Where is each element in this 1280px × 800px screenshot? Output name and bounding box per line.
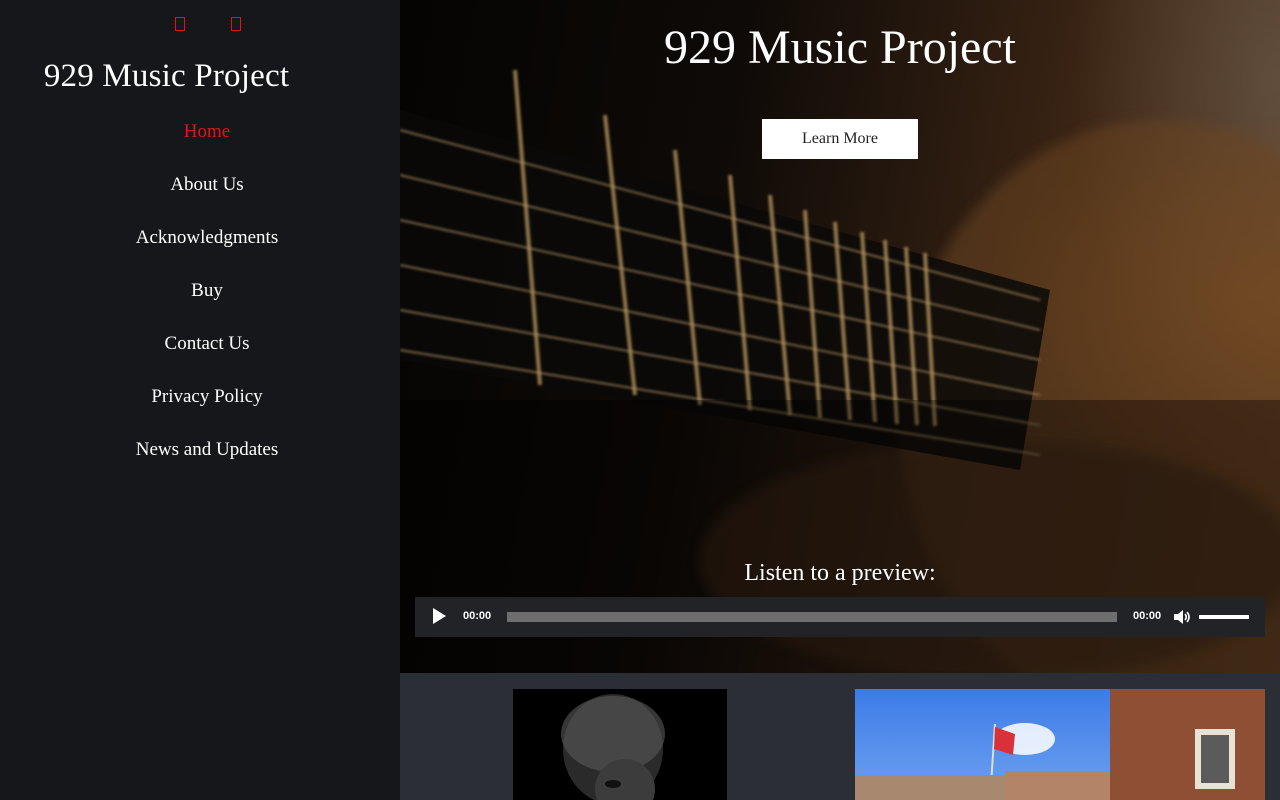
nav-item-acknowledgments[interactable]: Acknowledgments (0, 224, 414, 277)
gallery-section (400, 673, 1280, 800)
site-title[interactable]: 929 Music Project (0, 58, 333, 95)
hero-title: 929 Music Project (664, 21, 1016, 74)
preview-label: Listen to a preview: (744, 560, 936, 586)
social-links (0, 17, 400, 35)
volume-icon[interactable] (1172, 607, 1192, 627)
duration: 00:00 (1133, 610, 1162, 622)
play-icon[interactable] (433, 608, 446, 624)
hero-section: 929 Music Project Learn More Listen to a… (400, 0, 1280, 673)
learn-more-button[interactable]: Learn More (762, 119, 918, 159)
building-photo (855, 689, 1265, 800)
portrait-photo (513, 689, 727, 800)
facebook-icon[interactable] (175, 17, 185, 31)
nav-item-about-us[interactable]: About Us (0, 171, 414, 224)
seek-bar[interactable] (507, 612, 1117, 622)
nav-item-privacy-policy[interactable]: Privacy Policy (0, 383, 414, 436)
main-nav: Home About Us Acknowledgments Buy Contac… (0, 118, 414, 489)
audio-player: 00:00 00:00 (415, 597, 1265, 637)
nav-item-buy[interactable]: Buy (0, 277, 414, 330)
nav-item-news-and-updates[interactable]: News and Updates (0, 436, 414, 489)
sidebar: 929 Music Project Home About Us Acknowle… (0, 0, 400, 800)
volume-slider[interactable] (1199, 615, 1249, 619)
nav-item-home[interactable]: Home (0, 118, 414, 171)
nav-item-contact-us[interactable]: Contact Us (0, 330, 414, 383)
instagram-icon[interactable] (231, 17, 241, 31)
current-time: 00:00 (463, 610, 492, 622)
